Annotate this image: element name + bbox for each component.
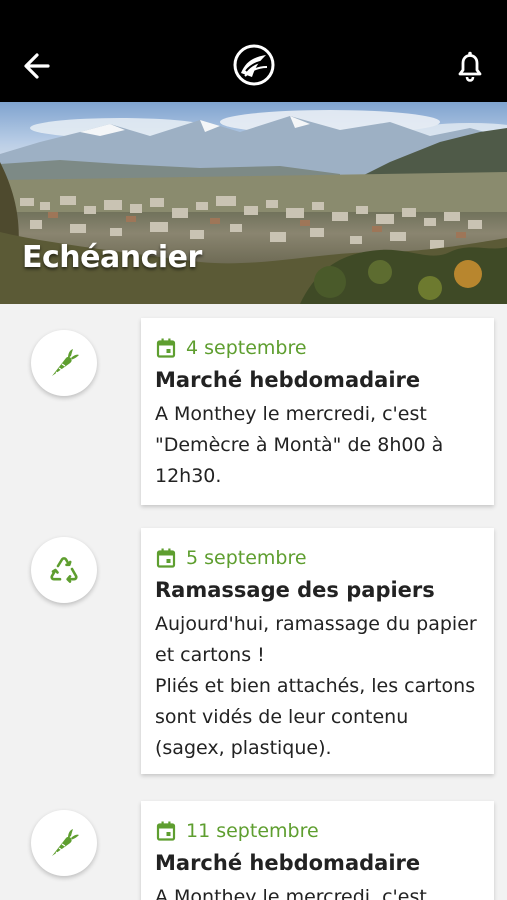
calendar-icon <box>156 548 176 568</box>
event-date: 5 septembre <box>186 547 307 569</box>
event-title: Ramassage des papiers <box>155 578 435 602</box>
calendar-icon <box>156 338 176 358</box>
events-timeline: 4 septembre Marché hebdomadaire A Monthe… <box>0 304 507 900</box>
event-date-row: 5 septembre <box>155 544 480 572</box>
page-title: Echéancier <box>22 240 202 275</box>
event-description: A Monthey le mercredi, c'est <box>155 886 427 900</box>
event-title: Marché hebdomadaire <box>155 851 421 875</box>
event-date-row: 4 septembre <box>155 334 480 362</box>
event-category-badge <box>31 537 97 603</box>
calendar-icon <box>156 821 176 841</box>
arrow-left-icon <box>24 53 50 79</box>
carrot-icon <box>52 349 79 376</box>
app-logo <box>232 43 276 87</box>
event-card[interactable]: 4 septembre Marché hebdomadaire A Monthe… <box>141 318 494 505</box>
bell-icon <box>458 51 482 82</box>
event-date: 4 septembre <box>186 337 307 359</box>
event-category-badge <box>31 810 97 876</box>
event-date: 11 septembre <box>186 820 319 842</box>
event-category-badge <box>31 330 97 396</box>
recycle-icon <box>50 557 78 583</box>
event-card[interactable]: 11 septembre Marché hebdomadaire A Month… <box>141 801 494 900</box>
event-description: A Monthey le mercredi, c'est "Demècre à … <box>155 403 444 487</box>
event-card[interactable]: 5 septembre Ramassage des papiers Aujour… <box>141 528 494 774</box>
hero-banner: Echéancier <box>0 102 507 304</box>
event-description: Aujourd'hui, ramassage du papier et cart… <box>155 613 477 759</box>
event-title: Marché hebdomadaire <box>155 368 421 392</box>
monthey-logo-icon <box>233 44 275 86</box>
event-date-row: 11 septembre <box>155 817 480 845</box>
back-button[interactable] <box>18 46 58 86</box>
carrot-icon <box>52 829 79 856</box>
top-app-bar <box>0 0 507 102</box>
notifications-button[interactable] <box>448 44 492 88</box>
